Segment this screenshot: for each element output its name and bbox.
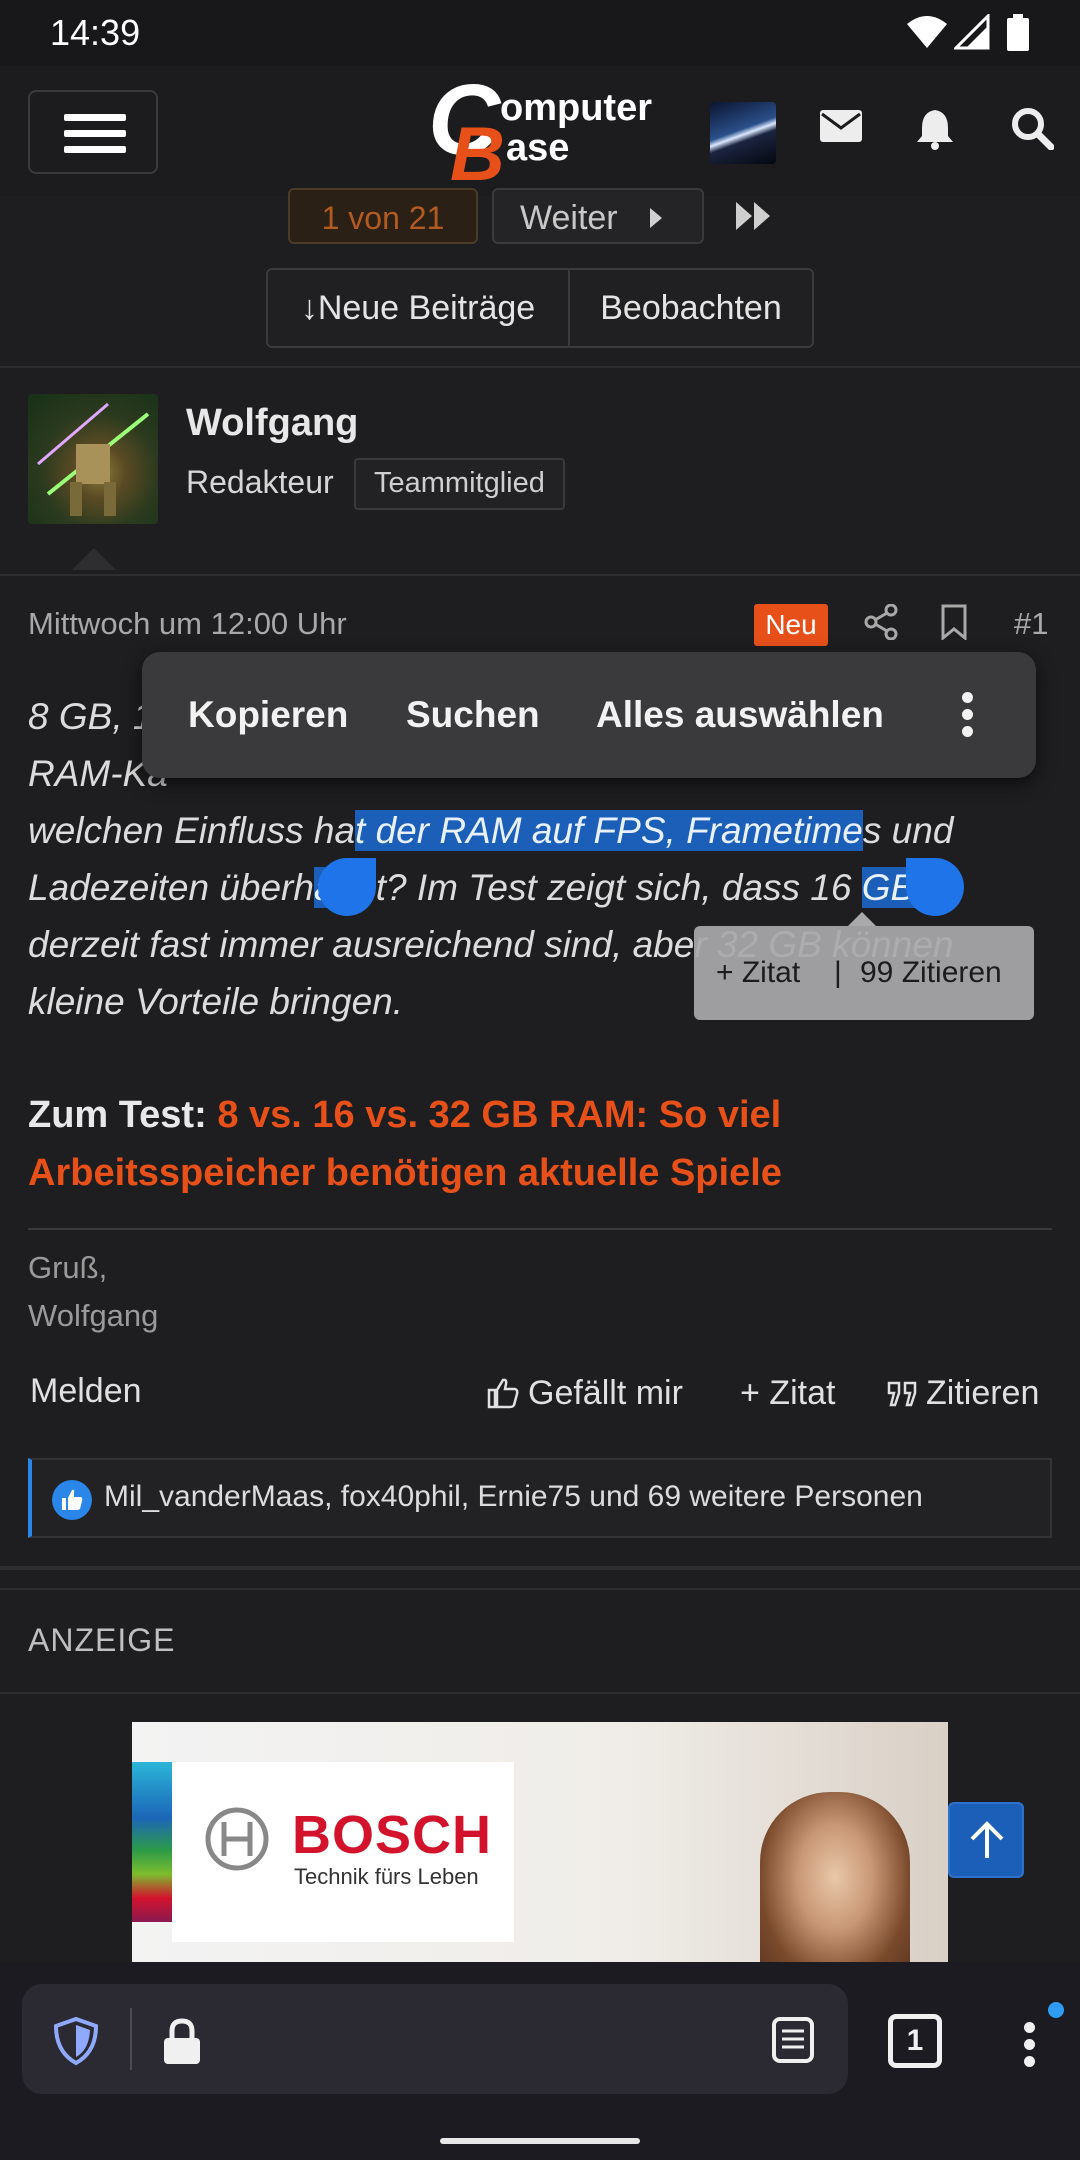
- site-logo[interactable]: C B omputer ase: [420, 64, 660, 197]
- bookmark-icon[interactable]: [940, 604, 968, 640]
- tabs-counter-button[interactable]: 1: [888, 2014, 942, 2068]
- scroll-to-top-button[interactable]: [948, 1802, 1024, 1878]
- wifi-icon: [907, 16, 947, 48]
- report-button[interactable]: Melden: [30, 1372, 142, 1411]
- selection-handle-start[interactable]: [318, 858, 376, 916]
- new-badge: Neu: [754, 604, 828, 646]
- address-bar-separator: [130, 2008, 132, 2070]
- arrow-up-icon: [970, 1821, 1004, 1858]
- section-divider: [0, 1588, 1080, 1590]
- last-page-icon[interactable]: [734, 200, 774, 232]
- quote-popup-caret: [848, 912, 876, 926]
- hamburger-menu-button[interactable]: [28, 90, 158, 174]
- post-signature: Gruß, Wolfgang: [28, 1250, 159, 1333]
- reader-mode-icon[interactable]: [770, 2016, 816, 2064]
- address-bar[interactable]: [22, 1984, 848, 2094]
- bell-icon[interactable]: [914, 106, 956, 150]
- notification-dot: [1048, 2002, 1064, 2018]
- browser-toolbar: 1: [0, 1962, 1080, 2160]
- quote-button[interactable]: + Zitat: [740, 1374, 835, 1413]
- likes-names: Mil_vanderMaas, fox40phil, Ernie75 und 6…: [104, 1480, 923, 1513]
- next-page-button[interactable]: Weiter: [492, 188, 704, 244]
- next-page-label: Weiter: [520, 199, 618, 237]
- test-label: Zum Test:: [28, 1094, 207, 1136]
- quote-selection-button[interactable]: + Zitat: [716, 956, 800, 990]
- share-icon[interactable]: [864, 604, 898, 640]
- page-selector-button[interactable]: 1 von 21: [288, 188, 478, 244]
- new-posts-label: Neue Beiträge: [317, 289, 536, 327]
- text-selection-menu: Kopieren Suchen Alles auswählen: [142, 652, 1036, 778]
- ad-brand: BOSCH: [292, 1805, 493, 1865]
- post-number[interactable]: #1: [1014, 606, 1048, 642]
- caret-right-icon: [650, 208, 662, 228]
- ad-label: ANZEIGE: [28, 1622, 176, 1658]
- home-indicator[interactable]: [440, 2138, 640, 2144]
- test-reference: Zum Test: 8 vs. 16 vs. 32 GB RAM: So vie…: [28, 1086, 1048, 1202]
- watch-button[interactable]: Beobachten: [570, 270, 812, 346]
- author-avatar[interactable]: [28, 394, 158, 524]
- author-pointer: [72, 548, 116, 570]
- svg-text:omputer: omputer: [500, 87, 652, 129]
- author-badge: Teammitglied: [354, 458, 565, 510]
- cite-selection-button[interactable]: 99 Zitieren: [860, 956, 1002, 990]
- svg-text:ase: ase: [506, 127, 569, 169]
- selection-handle-end[interactable]: [906, 858, 964, 916]
- computerbase-logo: C B omputer ase: [428, 64, 652, 197]
- thread-navigation: 1 von 21 Weiter ↓Neue Beiträge Beobachte…: [0, 188, 1080, 368]
- author-role: Redakteur: [186, 464, 334, 500]
- post-line: Ladezeiten überhaupt? Im Test zeigt sich…: [28, 867, 916, 908]
- thread-action-group: ↓Neue Beiträge Beobachten: [266, 268, 814, 348]
- signature-divider: [28, 1228, 1052, 1230]
- svg-text:B: B: [450, 112, 505, 196]
- like-button[interactable]: Gefällt mir: [486, 1374, 683, 1413]
- site-header: C B omputer ase: [0, 64, 1080, 198]
- ad-person-image: [760, 1792, 910, 1962]
- copy-menu-item[interactable]: Kopieren: [188, 694, 348, 736]
- cite-button[interactable]: Zitieren: [886, 1374, 1039, 1413]
- mech-avatar-image: [37, 402, 150, 516]
- selected-text: t der RAM auf FPS, Frametime: [355, 810, 863, 851]
- search-menu-item[interactable]: Suchen: [406, 694, 540, 736]
- quote-marks-icon: [887, 1381, 917, 1407]
- like-reaction-icon: [52, 1480, 92, 1520]
- lock-icon[interactable]: [162, 2018, 202, 2066]
- section-divider: [0, 1692, 1080, 1694]
- status-bar: 14:39: [0, 0, 1080, 66]
- ad-banner[interactable]: BOSCH Technik fürs Leben: [132, 1722, 948, 1962]
- ad-color-stripe: [132, 1762, 172, 1922]
- battery-icon: [1007, 14, 1029, 51]
- ad-slogan: Technik fürs Leben: [294, 1864, 479, 1889]
- popup-separator: |: [834, 956, 842, 989]
- search-icon[interactable]: [1010, 106, 1054, 150]
- quote-selection-popup: + Zitat | 99 Zitieren: [694, 926, 1034, 1020]
- post-line: welchen Einfluss hat der RAM auf FPS, Fr…: [28, 810, 954, 851]
- select-all-menu-item[interactable]: Alles auswählen: [596, 694, 884, 736]
- thumbs-up-icon: [487, 1378, 519, 1409]
- signal-icon: [954, 14, 990, 50]
- post-author: Wolfgang Redakteur Teammitglied: [0, 368, 1080, 576]
- mail-icon[interactable]: [818, 106, 864, 146]
- like-label: Gefällt mir: [528, 1374, 683, 1412]
- author-name[interactable]: Wolfgang: [186, 402, 358, 445]
- new-posts-button[interactable]: ↓Neue Beiträge: [268, 270, 570, 346]
- bosch-logo-icon: [205, 1807, 269, 1871]
- status-time: 14:39: [50, 12, 141, 53]
- likes-summary[interactable]: Mil_vanderMaas, fox40phil, Ernie75 und 6…: [28, 1458, 1052, 1538]
- cite-label: Zitieren: [926, 1374, 1040, 1412]
- arrow-down-icon: ↓: [300, 289, 318, 327]
- user-avatar-button[interactable]: [710, 102, 776, 164]
- section-divider: [0, 1566, 1080, 1570]
- shield-icon[interactable]: [52, 2016, 100, 2066]
- post-date[interactable]: Mittwoch um 12:00 Uhr: [28, 606, 347, 642]
